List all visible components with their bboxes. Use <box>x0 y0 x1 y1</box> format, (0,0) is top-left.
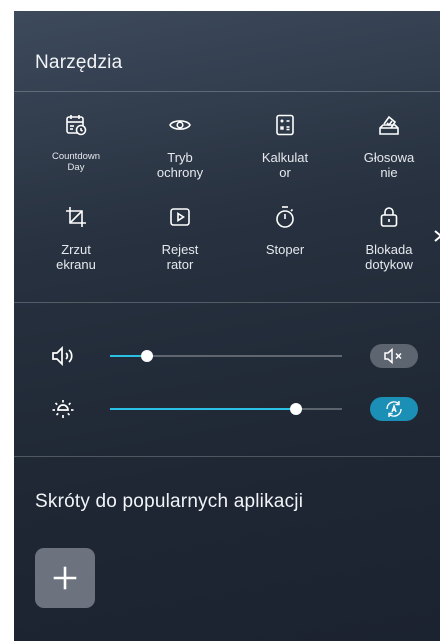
tool-countdown-day[interactable]: Countdown Day <box>37 113 115 173</box>
brightness-slider-row <box>14 395 440 423</box>
brightness-fill <box>110 408 296 410</box>
stopwatch-icon <box>276 206 294 228</box>
divider <box>14 91 440 92</box>
tool-glosowanie[interactable]: Głosowa nie <box>350 113 428 180</box>
tool-label: Kalkulat or <box>261 150 309 180</box>
brightness-knob[interactable] <box>289 403 302 415</box>
crop-icon <box>66 207 86 227</box>
brightness-slider[interactable] <box>110 403 342 415</box>
shortcuts-title: Skróty do popularnych aplikacji <box>35 491 304 512</box>
mute-button[interactable] <box>370 344 418 368</box>
tool-label: Countdown Day <box>51 151 101 173</box>
tool-label: Zrzut ekranu <box>56 242 96 272</box>
tool-label: Blokada dotykow <box>365 242 413 272</box>
mute-icon <box>384 347 402 365</box>
volume-knob[interactable] <box>141 350 154 362</box>
tool-label: Głosowa nie <box>363 150 415 180</box>
lock-icon <box>380 207 398 227</box>
tool-blokada-dotykow[interactable]: Blokada dotykow <box>350 205 428 272</box>
tool-kalkulator[interactable]: Kalkulat or <box>246 113 324 180</box>
screen-recorder-icon <box>170 208 190 226</box>
calendar-clock-icon <box>66 115 87 136</box>
auto-brightness-button[interactable] <box>370 397 418 421</box>
auto-brightness-icon <box>386 401 402 417</box>
divider <box>14 456 440 457</box>
calculator-icon <box>276 114 294 136</box>
add-shortcut-button[interactable] <box>35 548 95 608</box>
tool-zrzut-ekranu[interactable]: Zrzut ekranu <box>37 205 115 272</box>
chevron-right-icon[interactable] <box>432 229 440 243</box>
tool-rejestrator[interactable]: Rejest rator <box>141 205 219 272</box>
tools-title: Narzędzia <box>35 52 123 73</box>
control-panel: Narzędzia Countdown Day Tryb ochrony Kal… <box>14 11 440 641</box>
tool-label: Rejest rator <box>161 242 199 272</box>
sun-icon <box>52 400 74 418</box>
speaker-icon <box>52 345 73 367</box>
eye-icon <box>169 120 191 130</box>
tool-stoper[interactable]: Stoper <box>246 205 324 257</box>
tool-label: Tryb ochrony <box>156 150 204 180</box>
vote-box-icon <box>379 115 399 135</box>
plus-icon <box>53 566 77 590</box>
volume-slider[interactable] <box>110 350 342 362</box>
volume-slider-row <box>14 342 440 370</box>
divider <box>14 302 440 303</box>
tool-label: Stoper <box>265 242 305 257</box>
tool-tryb-ochrony[interactable]: Tryb ochrony <box>141 113 219 180</box>
